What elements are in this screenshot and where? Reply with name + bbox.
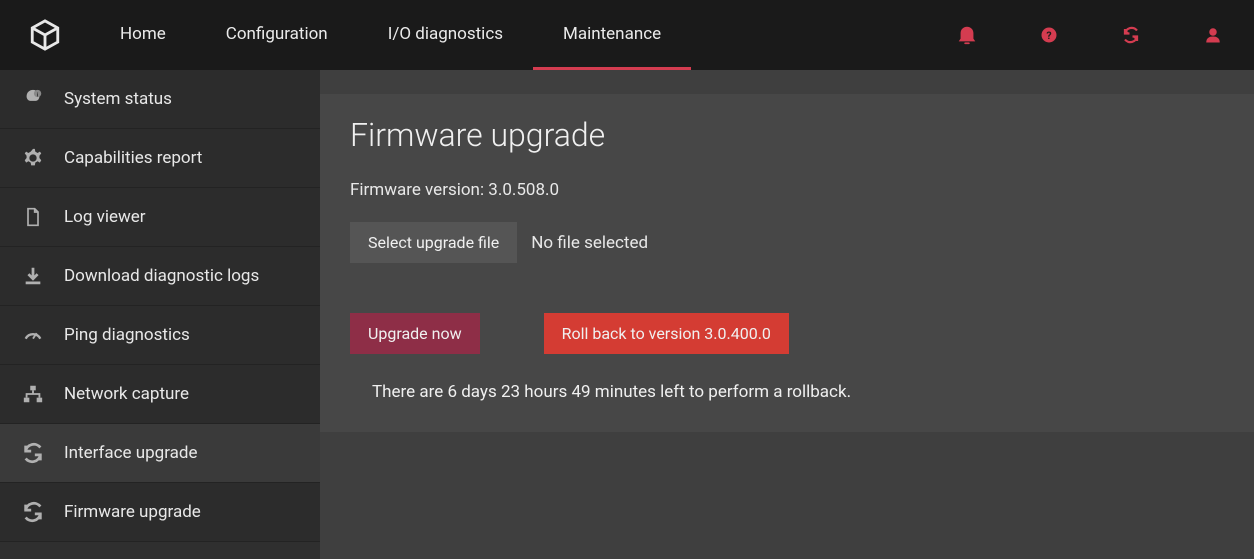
sidebar-item-label: System status [64, 89, 172, 109]
nav-label: Home [120, 24, 166, 44]
network-icon [22, 383, 44, 405]
gauge-icon [22, 324, 44, 346]
refresh-icon [22, 501, 44, 523]
sidebar-item-label: Log viewer [64, 207, 146, 227]
help-icon: ? [1040, 26, 1058, 44]
main: Firmware upgrade Firmware version: 3.0.5… [320, 70, 1254, 559]
help-button[interactable]: ? [1008, 0, 1090, 70]
nav-label: I/O diagnostics [388, 24, 503, 44]
sidebar-item-interface-upgrade[interactable]: Interface upgrade [0, 424, 320, 483]
file-icon [22, 206, 44, 228]
alarm-icon [956, 24, 978, 46]
firmware-version-row: Firmware version: 3.0.508.0 [350, 180, 1224, 200]
download-icon [22, 265, 44, 287]
sidebar-item-network-capture[interactable]: Network capture [0, 365, 320, 424]
refresh-icon [1122, 26, 1140, 44]
sidebar-item-label: Ping diagnostics [64, 325, 190, 345]
sidebar: i System status Capabilities report Log … [0, 70, 320, 559]
refresh-icon [22, 442, 44, 464]
logo-icon [28, 18, 62, 52]
info-badge-icon: i [22, 88, 44, 110]
nav-home[interactable]: Home [90, 0, 196, 70]
nav-label: Configuration [226, 24, 328, 44]
refresh-button[interactable] [1090, 0, 1172, 70]
sidebar-item-label: Firmware upgrade [64, 502, 201, 522]
panel: Firmware upgrade Firmware version: 3.0.5… [320, 94, 1254, 432]
select-upgrade-file-button[interactable]: Select upgrade file [350, 222, 517, 263]
sidebar-item-firmware-upgrade[interactable]: Firmware upgrade [0, 483, 320, 542]
upgrade-now-button[interactable]: Upgrade now [350, 313, 480, 354]
sidebar-item-ping-diagnostics[interactable]: Ping diagnostics [0, 306, 320, 365]
sidebar-item-label: Download diagnostic logs [64, 266, 259, 286]
alarm-button[interactable] [926, 0, 1008, 70]
sidebar-item-download-diagnostic-logs[interactable]: Download diagnostic logs [0, 247, 320, 306]
user-button[interactable] [1172, 0, 1254, 70]
top-icons: ? [926, 0, 1254, 70]
sidebar-item-label: Capabilities report [64, 148, 202, 168]
nav-configuration[interactable]: Configuration [196, 0, 358, 70]
file-selection-status: No file selected [531, 233, 648, 253]
sidebar-item-log-viewer[interactable]: Log viewer [0, 188, 320, 247]
page-title: Firmware upgrade [320, 94, 1254, 180]
top-nav: Home Configuration I/O diagnostics Maint… [90, 0, 926, 70]
firmware-version-label: Firmware version: [350, 180, 484, 200]
firmware-version-value: 3.0.508.0 [488, 180, 559, 200]
nav-io-diagnostics[interactable]: I/O diagnostics [358, 0, 533, 70]
svg-text:?: ? [1046, 29, 1051, 42]
logo[interactable] [0, 0, 90, 70]
gear-icon [22, 147, 44, 169]
sidebar-item-label: Interface upgrade [64, 443, 198, 463]
sidebar-item-capabilities-report[interactable]: Capabilities report [0, 129, 320, 188]
user-icon [1204, 26, 1222, 44]
rollback-info: There are 6 days 23 hours 49 minutes lef… [350, 382, 1224, 402]
sidebar-item-label: Network capture [64, 384, 189, 404]
sidebar-item-system-status[interactable]: i System status [0, 70, 320, 129]
nav-label: Maintenance [563, 24, 661, 44]
rollback-button[interactable]: Roll back to version 3.0.400.0 [544, 313, 789, 354]
nav-maintenance[interactable]: Maintenance [533, 0, 691, 70]
topbar: Home Configuration I/O diagnostics Maint… [0, 0, 1254, 70]
